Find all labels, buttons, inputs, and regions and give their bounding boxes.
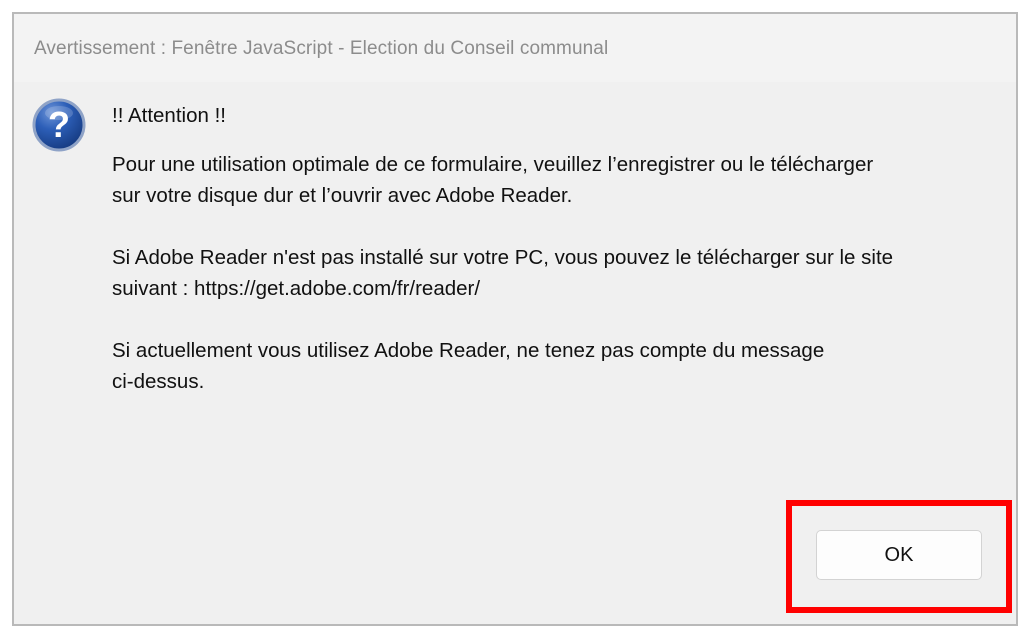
question-icon: ? <box>30 96 88 154</box>
message-paragraph-ignore: Si actuellement vous utilisez Adobe Read… <box>112 339 825 393</box>
svg-text:?: ? <box>48 104 70 145</box>
attention-heading: !! Attention !! <box>112 104 226 127</box>
dialog-message: !! Attention !! Pour une utilisation opt… <box>112 100 992 428</box>
dialog-titlebar: Avertissement : Fenêtre JavaScript - Ele… <box>14 14 1016 82</box>
ok-button[interactable]: OK <box>816 530 982 580</box>
message-paragraph-download: Si Adobe Reader n'est pas installé sur v… <box>112 246 894 300</box>
message-paragraph-save: Pour une utilisation optimale de ce form… <box>112 153 874 207</box>
window-title: Avertissement : Fenêtre JavaScript - Ele… <box>34 38 609 59</box>
